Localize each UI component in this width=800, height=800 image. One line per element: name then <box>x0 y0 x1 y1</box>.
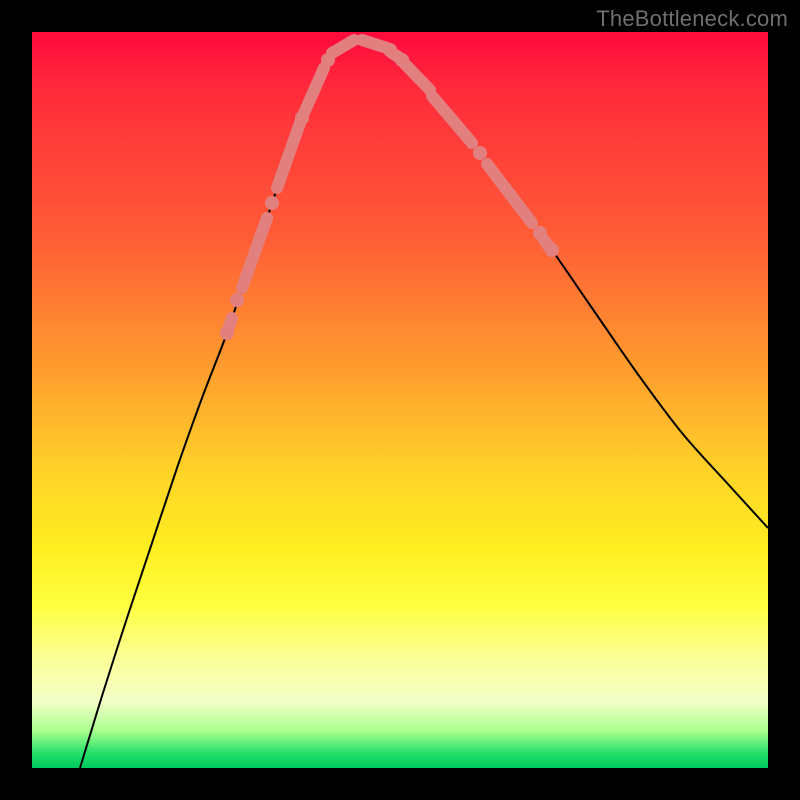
overlay-segment <box>432 96 472 143</box>
overlay-dot <box>545 243 559 257</box>
overlay-segment <box>242 218 267 288</box>
overlay-segment <box>277 123 300 188</box>
plot-area <box>32 32 768 768</box>
overlay-segment <box>304 68 324 113</box>
overlay-dot <box>230 293 244 307</box>
overlay-dot <box>265 196 279 210</box>
curve-svg <box>32 32 768 768</box>
overlay-dot <box>383 43 397 57</box>
overlay-dot <box>395 53 409 67</box>
overlay-dot <box>533 226 547 240</box>
overlay-segments <box>227 40 550 333</box>
overlay-segment <box>362 40 387 48</box>
overlay-segment <box>404 63 430 90</box>
overlay-dot <box>321 53 335 67</box>
bottleneck-curve <box>80 38 768 768</box>
overlay-segment <box>332 40 354 53</box>
watermark-text: TheBottleneck.com <box>596 6 788 32</box>
overlay-dot <box>473 146 487 160</box>
chart-frame: TheBottleneck.com <box>0 0 800 800</box>
overlay-dot <box>295 111 309 125</box>
overlay-dot <box>220 326 234 340</box>
overlay-segment <box>487 164 532 223</box>
